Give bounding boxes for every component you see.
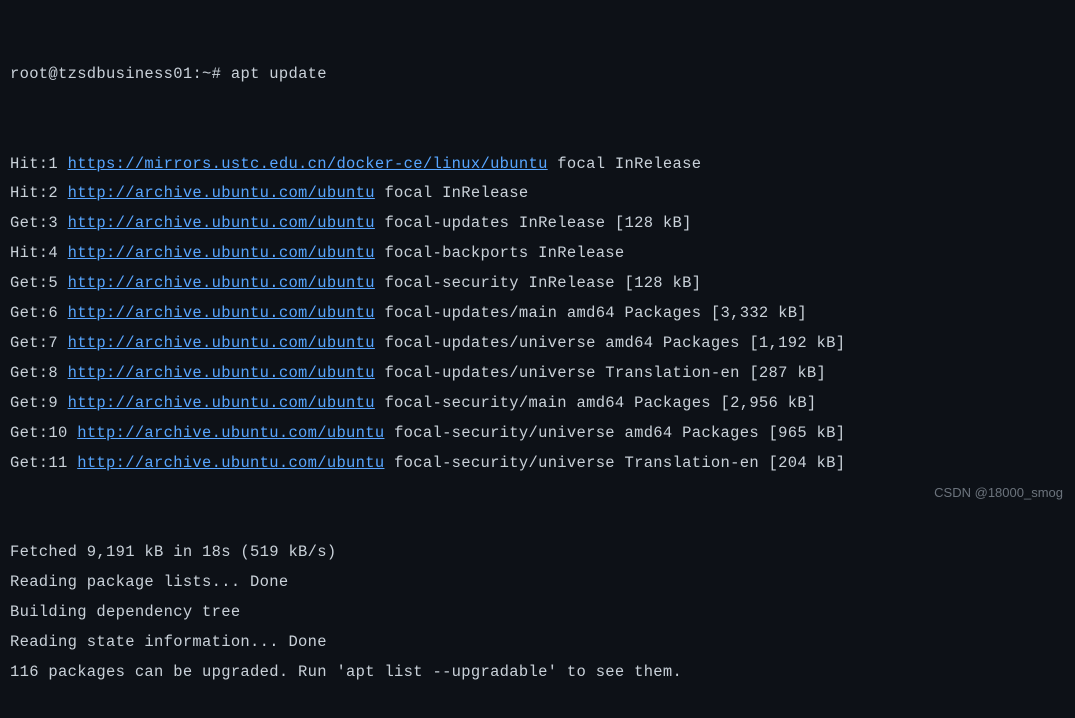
- line-suffix: focal-security/universe Translation-en […: [384, 454, 845, 472]
- repo-link[interactable]: http://archive.ubuntu.com/ubuntu: [68, 394, 375, 412]
- output-line: Get:10 http://archive.ubuntu.com/ubuntu …: [10, 419, 1065, 449]
- repo-link[interactable]: https://mirrors.ustc.edu.cn/docker-ce/li…: [68, 155, 548, 173]
- repo-link[interactable]: http://archive.ubuntu.com/ubuntu: [68, 334, 375, 352]
- line-suffix: focal-security/universe amd64 Packages […: [384, 424, 845, 442]
- line-prefix: Get:3: [10, 214, 68, 232]
- line-prefix: Get:10: [10, 424, 77, 442]
- line-prefix: Get:9: [10, 394, 68, 412]
- line-prefix: Get:8: [10, 364, 68, 382]
- status-line: Reading state information... Done: [10, 628, 1065, 658]
- repo-link[interactable]: http://archive.ubuntu.com/ubuntu: [68, 244, 375, 262]
- prompt-cwd: ~: [202, 65, 212, 83]
- prompt-user-host: root@tzsdbusiness01: [10, 65, 192, 83]
- prompt-symbol: #: [212, 65, 222, 83]
- repo-link[interactable]: http://archive.ubuntu.com/ubuntu: [77, 424, 384, 442]
- status-line: Fetched 9,191 kB in 18s (519 kB/s): [10, 538, 1065, 568]
- output-line: Get:11 http://archive.ubuntu.com/ubuntu …: [10, 449, 1065, 479]
- repo-link[interactable]: http://archive.ubuntu.com/ubuntu: [68, 214, 375, 232]
- line-prefix: Get:11: [10, 454, 77, 472]
- repo-link[interactable]: http://archive.ubuntu.com/ubuntu: [68, 364, 375, 382]
- line-prefix: Hit:4: [10, 244, 68, 262]
- line-prefix: Get:7: [10, 334, 68, 352]
- status-line: Reading package lists... Done: [10, 568, 1065, 598]
- line-prefix: Get:5: [10, 274, 68, 292]
- watermark: CSDN @18000_smog: [934, 480, 1063, 505]
- line-prefix: Hit:1: [10, 155, 68, 173]
- line-suffix: focal-updates InRelease [128 kB]: [375, 214, 692, 232]
- prompt-command: apt update: [231, 65, 327, 83]
- output-line: Hit:4 http://archive.ubuntu.com/ubuntu f…: [10, 239, 1065, 269]
- status-line: Building dependency tree: [10, 598, 1065, 628]
- output-line: Get:9 http://archive.ubuntu.com/ubuntu f…: [10, 389, 1065, 419]
- prompt-line: root@tzsdbusiness01:~# apt update: [10, 60, 1065, 90]
- repo-link[interactable]: http://archive.ubuntu.com/ubuntu: [68, 184, 375, 202]
- output-line: Get:6 http://archive.ubuntu.com/ubuntu f…: [10, 299, 1065, 329]
- status-line: 116 packages can be upgraded. Run 'apt l…: [10, 658, 1065, 688]
- output-line: Get:5 http://archive.ubuntu.com/ubuntu f…: [10, 269, 1065, 299]
- line-suffix: focal-backports InRelease: [375, 244, 625, 262]
- output-line: Get:7 http://archive.ubuntu.com/ubuntu f…: [10, 329, 1065, 359]
- repo-link[interactable]: http://archive.ubuntu.com/ubuntu: [68, 274, 375, 292]
- line-prefix: Get:6: [10, 304, 68, 322]
- output-line: Hit:1 https://mirrors.ustc.edu.cn/docker…: [10, 150, 1065, 180]
- line-suffix: focal InRelease: [548, 155, 702, 173]
- output-line: Get:8 http://archive.ubuntu.com/ubuntu f…: [10, 359, 1065, 389]
- output-line: Hit:2 http://archive.ubuntu.com/ubuntu f…: [10, 179, 1065, 209]
- line-suffix: focal-updates/universe amd64 Packages [1…: [375, 334, 845, 352]
- line-suffix: focal-security InRelease [128 kB]: [375, 274, 701, 292]
- line-suffix: focal-updates/main amd64 Packages [3,332…: [375, 304, 807, 322]
- output-line: Get:3 http://archive.ubuntu.com/ubuntu f…: [10, 209, 1065, 239]
- line-prefix: Hit:2: [10, 184, 68, 202]
- line-suffix: focal InRelease: [375, 184, 529, 202]
- line-suffix: focal-security/main amd64 Packages [2,95…: [375, 394, 817, 412]
- repo-link[interactable]: http://archive.ubuntu.com/ubuntu: [68, 304, 375, 322]
- terminal-output: root@tzsdbusiness01:~# apt update Hit:1 …: [10, 0, 1065, 718]
- line-suffix: focal-updates/universe Translation-en [2…: [375, 364, 826, 382]
- repo-link[interactable]: http://archive.ubuntu.com/ubuntu: [77, 454, 384, 472]
